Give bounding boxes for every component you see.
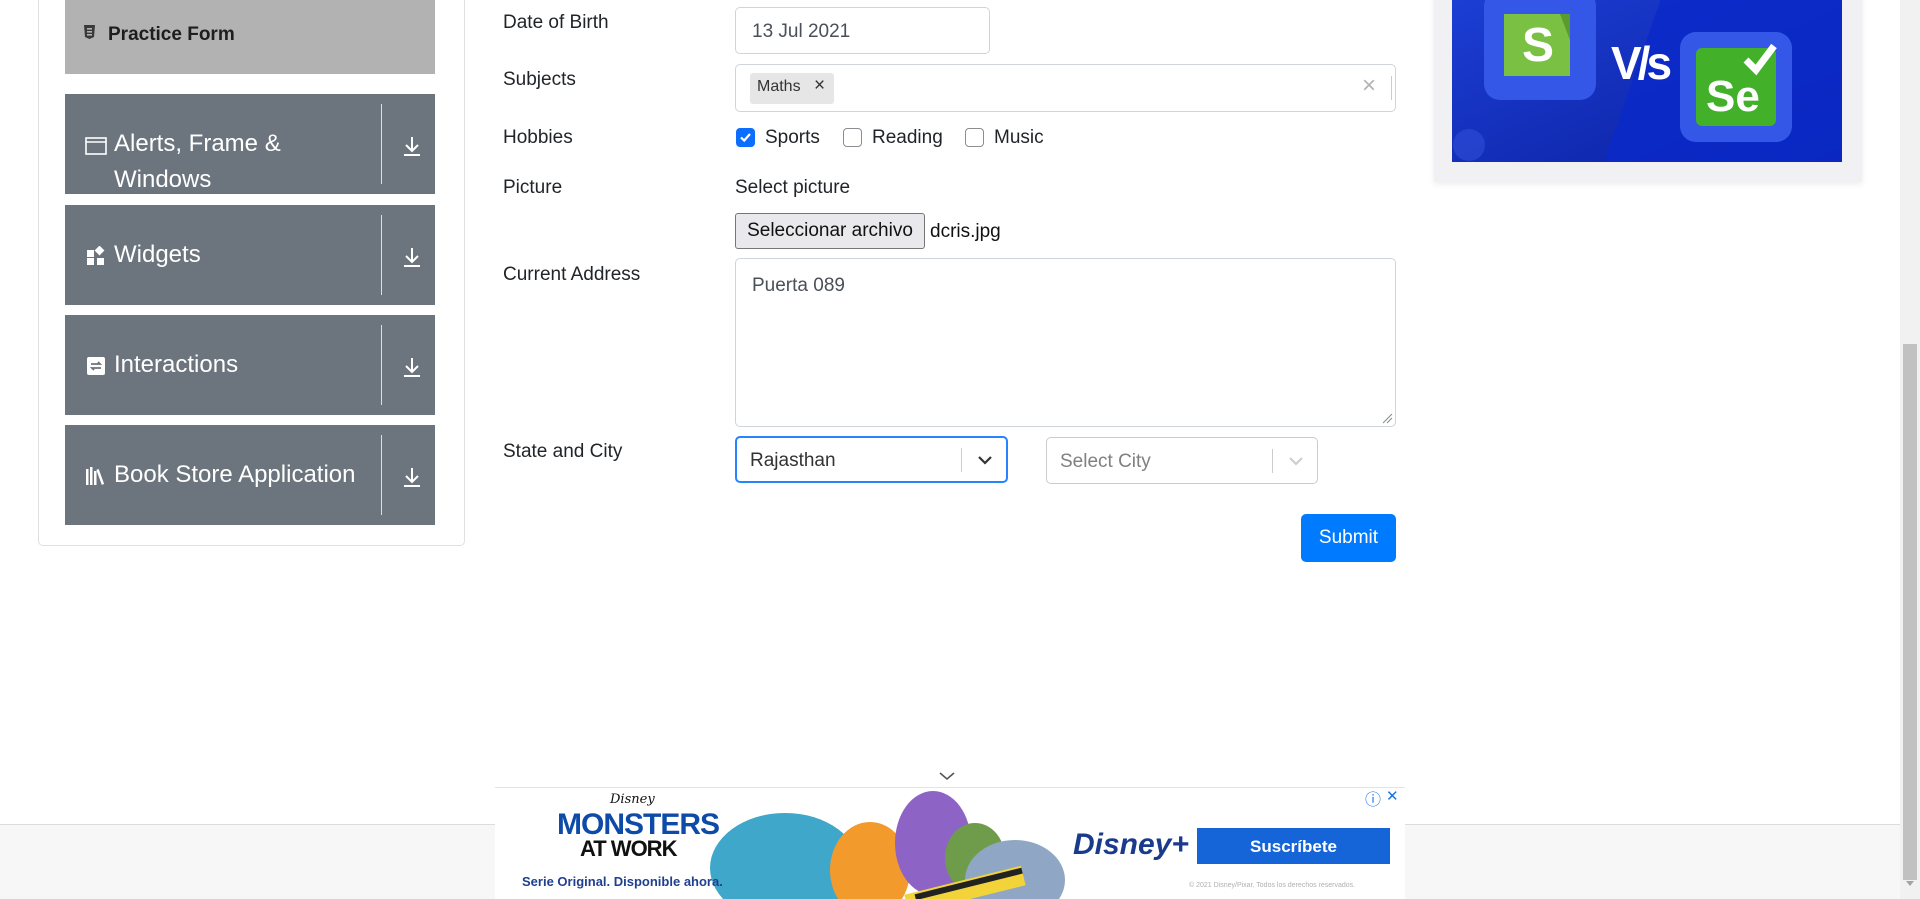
ad-info-icon[interactable]: ⓘ xyxy=(1365,788,1381,810)
address-label: Current Address xyxy=(503,264,641,285)
submit-button[interactable]: Submit xyxy=(1301,514,1396,562)
dob-value: 13 Jul 2021 xyxy=(752,21,851,42)
reading-label[interactable]: Reading xyxy=(872,127,943,149)
music-label[interactable]: Music xyxy=(994,127,1044,149)
ad-tagline: Serie Original. Disponible ahora. xyxy=(522,874,723,889)
group-separator xyxy=(381,215,382,295)
dob-label: Date of Birth xyxy=(503,12,609,33)
subject-chip-remove-icon[interactable]: × xyxy=(814,75,825,97)
subject-chip: Maths × xyxy=(750,73,834,104)
collapse-ad-chevron-icon[interactable] xyxy=(938,770,956,782)
group-separator xyxy=(381,435,382,515)
group-label-line2: Windows xyxy=(114,166,212,193)
reading-checkbox[interactable] xyxy=(843,128,862,147)
resize-handle-icon[interactable] xyxy=(1381,412,1393,424)
ad-s-logo: S xyxy=(1522,19,1555,72)
state-city-label: State and City xyxy=(503,441,623,462)
select-picture-label: Select picture xyxy=(735,177,851,198)
ad-banner-bottom[interactable]: Disney MONSTERS AT WORK Serie Original. … xyxy=(495,787,1405,899)
group-label: Interactions xyxy=(114,351,239,378)
city-select[interactable]: Select City xyxy=(1046,437,1318,484)
ad-vs-text: V/s xyxy=(1611,37,1672,89)
city-placeholder: Select City xyxy=(1060,451,1151,472)
dob-input[interactable]: 13 Jul 2021 xyxy=(735,7,990,54)
ad-close-icon[interactable]: ✕ xyxy=(1386,788,1399,805)
state-value: Rajasthan xyxy=(750,450,836,471)
chevron-down-icon[interactable] xyxy=(1287,453,1305,469)
ad-se-logo: Se xyxy=(1706,72,1760,121)
music-checkbox[interactable] xyxy=(965,128,984,147)
subject-chip-label: Maths xyxy=(757,78,801,95)
file-name: dcris.jpg xyxy=(930,221,1001,242)
subjects-label: Subjects xyxy=(503,69,576,90)
state-select[interactable]: Rajasthan xyxy=(735,436,1008,483)
sidebar-group-interactions[interactable]: Interactions xyxy=(65,315,435,415)
city-separator xyxy=(1272,449,1273,473)
sports-checkbox[interactable] xyxy=(736,128,755,147)
ad-right-artwork xyxy=(1452,0,1842,162)
subjects-clear-icon[interactable]: × xyxy=(1362,72,1376,100)
group-label: Widgets xyxy=(114,241,201,268)
group-separator xyxy=(381,104,382,184)
check-icon xyxy=(740,133,751,143)
subjects-separator xyxy=(1391,76,1392,100)
hobbies-label: Hobbies xyxy=(503,127,573,148)
subjects-input[interactable] xyxy=(735,64,1396,112)
chevron-down-icon[interactable] xyxy=(976,452,994,468)
sidebar-group-alerts-frame-windows[interactable]: Alerts, Frame & Windows xyxy=(65,94,435,194)
group-label-line1: Alerts, Frame & xyxy=(114,130,281,157)
download-icon[interactable] xyxy=(401,465,423,489)
html-icon xyxy=(84,25,95,39)
sidebar-group-widgets[interactable]: Widgets xyxy=(65,205,435,305)
books-icon xyxy=(86,467,105,485)
picture-label: Picture xyxy=(503,177,563,198)
address-textarea[interactable]: Puerta 089 xyxy=(735,258,1396,427)
state-separator xyxy=(961,448,962,472)
choose-file-button[interactable]: Seleccionar archivo xyxy=(735,213,925,249)
sidebar-item-practice-form[interactable]: Practice Form xyxy=(65,0,435,74)
sidebar-item-label: Practice Form xyxy=(108,24,235,45)
scroll-down-arrow-icon[interactable] xyxy=(1905,880,1915,888)
download-icon[interactable] xyxy=(401,134,423,158)
window-icon xyxy=(85,137,107,155)
ad-legal-text: © 2021 Disney/Pixar. Todos los derechos … xyxy=(1189,882,1356,889)
download-icon[interactable] xyxy=(401,355,423,379)
interactions-icon xyxy=(87,357,105,375)
ad-disney-brand: Disney xyxy=(610,792,655,807)
ad-service-logo: Disney+ xyxy=(1073,828,1189,861)
ad-subscribe-button[interactable]: Suscríbete xyxy=(1197,837,1390,857)
group-label: Book Store Application xyxy=(114,461,356,488)
widgets-icon xyxy=(87,246,105,265)
download-icon[interactable] xyxy=(401,245,423,269)
scrollbar-thumb[interactable] xyxy=(1903,344,1917,880)
group-separator xyxy=(381,325,382,405)
sports-label[interactable]: Sports xyxy=(765,127,820,149)
sidebar-group-book-store[interactable]: Book Store Application xyxy=(65,425,435,525)
ad-banner-right[interactable]: S V/s Se xyxy=(1434,0,1862,182)
address-value: Puerta 089 xyxy=(752,275,845,296)
ad-title-line2: AT WORK xyxy=(580,836,677,861)
